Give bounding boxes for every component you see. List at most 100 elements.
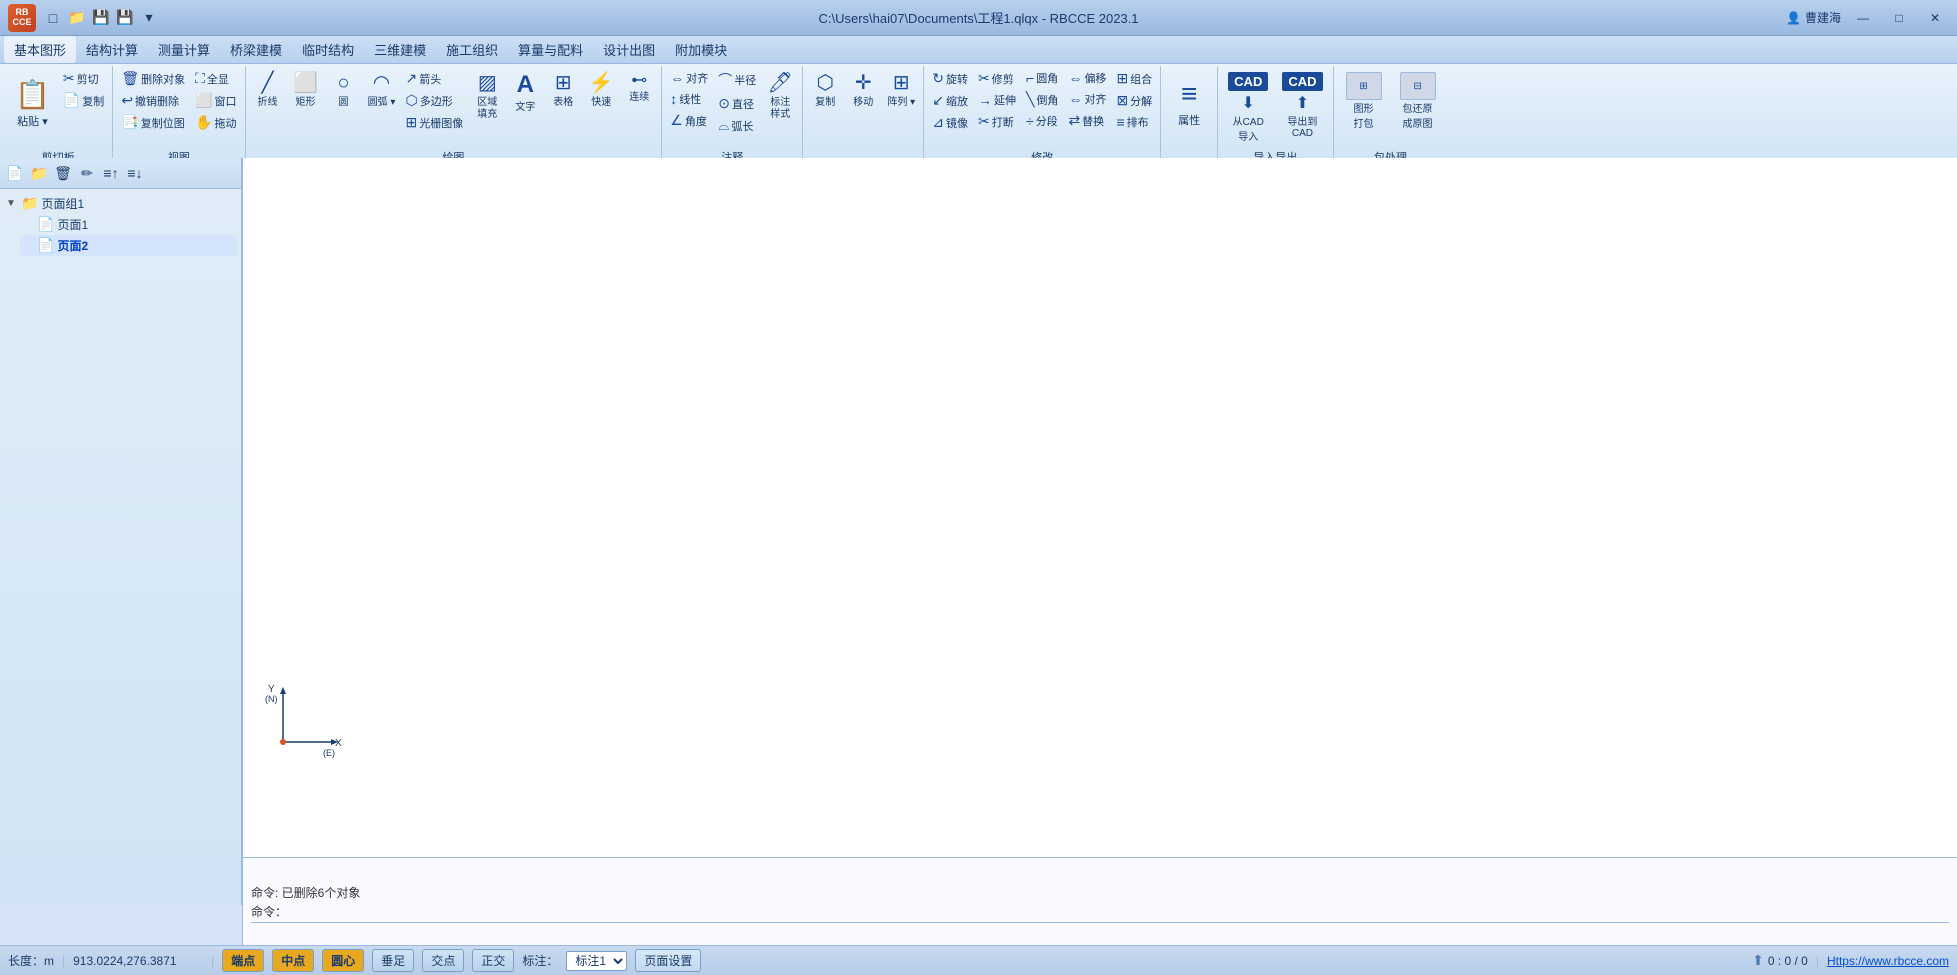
panel-edit-btn[interactable]: ✏	[76, 162, 98, 184]
export-cad-btn[interactable]: CAD ⬆ 导出到CAD	[1276, 68, 1328, 143]
align-dim-label: 对齐	[686, 70, 708, 86]
maximize-btn[interactable]: □	[1885, 7, 1913, 29]
import-cad-btn[interactable]: CAD ⬇ 从CAD导入	[1222, 68, 1274, 147]
menu-construction-org[interactable]: 施工组织	[436, 36, 508, 63]
minimize-btn[interactable]: —	[1849, 7, 1877, 29]
ungroup-label: 分解	[1130, 93, 1152, 109]
align-btn[interactable]: ⇔ 对齐	[1064, 89, 1110, 109]
replace-btn[interactable]: ⇄ 替换	[1064, 110, 1110, 131]
canvas-area[interactable]: Y (N) X (E)	[242, 158, 1957, 905]
fillet-btn[interactable]: ⌐ 圆角	[1022, 68, 1062, 88]
scale-btn[interactable]: ↙ 缩放	[928, 90, 972, 111]
properties-btn[interactable]: ≡ 属性	[1165, 68, 1213, 138]
menu-survey-calc[interactable]: 测量计算	[148, 36, 220, 63]
rotate-btn[interactable]: ↻ 旋转	[928, 68, 972, 89]
close-btn[interactable]: ✕	[1921, 7, 1949, 29]
menu-structural-calc[interactable]: 结构计算	[76, 36, 148, 63]
save-btn[interactable]: 💾	[90, 7, 112, 29]
continuous-btn[interactable]: ⊷ 连续	[621, 68, 657, 107]
save-as-btn[interactable]: 💾	[114, 7, 136, 29]
chamfer-btn[interactable]: ╲ 倒角	[1022, 89, 1062, 110]
snap-endpoint-btn[interactable]: 端点	[222, 949, 264, 972]
radius-dim-btn[interactable]: ⌒ 半径	[714, 68, 760, 92]
snap-intersection-btn[interactable]: 交点	[422, 949, 464, 972]
quick-label: 快速	[591, 97, 611, 109]
snap-center-btn[interactable]: 圆心	[322, 949, 364, 972]
unpack-btn[interactable]: ⊟ 包还原成原图	[1392, 68, 1444, 134]
tree-node-group1[interactable]: ▼ 📁 页面组1	[4, 193, 237, 214]
polygon-btn[interactable]: ⬡ 多边形	[402, 90, 468, 111]
copy-btn[interactable]: 📄 复制	[59, 90, 108, 111]
snap-perpendicular-btn[interactable]: 垂足	[372, 949, 414, 972]
region-fill-btn[interactable]: ▨ 区域填充	[469, 68, 505, 124]
rect-btn[interactable]: ⬜ 矩形	[288, 68, 324, 112]
pan-btn[interactable]: ✋ 拖动	[191, 112, 240, 133]
statusbar: 长度：m | 913.0224,276.3871 | 端点 中点 圆心 垂足 交…	[0, 945, 1957, 975]
tree-node-page1[interactable]: 📄 页面1	[20, 214, 237, 235]
break-btn[interactable]: ✂ 打断	[974, 111, 1020, 132]
quick-access-toolbar: □ 📁 💾 💾 ▾	[42, 7, 160, 29]
group-btn[interactable]: ⊞ 组合	[1112, 68, 1156, 89]
offset-btn[interactable]: ⇔ 偏移	[1064, 68, 1110, 88]
ungroup-btn[interactable]: ⊠ 分解	[1112, 90, 1156, 111]
open-file-btn[interactable]: 📁	[66, 7, 88, 29]
cut-btn[interactable]: ✂ 剪切	[59, 68, 108, 89]
polyline-label: 折线	[258, 97, 278, 109]
menu-basic-graphics[interactable]: 基本图形	[4, 36, 76, 63]
paste-btn[interactable]: 📋 粘贴 ▾	[8, 68, 57, 138]
circle-btn[interactable]: ○ 圆	[326, 68, 362, 112]
page-settings-btn[interactable]: 页面设置	[635, 949, 701, 972]
new-file-btn[interactable]: □	[42, 7, 64, 29]
text-btn[interactable]: A 文字	[507, 68, 543, 117]
snap-ortho-btn[interactable]: 正交	[472, 949, 514, 972]
quick-access-more-btn[interactable]: ▾	[138, 7, 160, 29]
array-btn[interactable]: ⊞ 阵列 ▾	[883, 68, 919, 112]
menu-temp-structure[interactable]: 临时结构	[292, 36, 364, 63]
polyline-btn[interactable]: ╱ 折线	[250, 68, 286, 112]
menu-addon-modules[interactable]: 附加模块	[665, 36, 737, 63]
panel-move-up-btn[interactable]: ≡↑	[100, 162, 122, 184]
website-link[interactable]: Https://www.rbcce.com	[1827, 954, 1949, 968]
fit-all-btn[interactable]: ⛶ 全显	[191, 68, 240, 89]
raster-img-btn[interactable]: ⊞ 光栅图像	[402, 112, 468, 133]
snap-midpoint-btn[interactable]: 中点	[272, 949, 314, 972]
diameter-dim-btn[interactable]: ⊙ 直径	[714, 93, 760, 114]
move-btn[interactable]: ✛ 移动	[845, 68, 881, 112]
arrange-btn[interactable]: ≡ 排布	[1112, 112, 1156, 132]
arc-dim-btn[interactable]: ⌓ 弧长	[714, 115, 760, 136]
panel-delete-btn[interactable]: 🗑	[52, 162, 74, 184]
trim-btn[interactable]: ✂ 修剪	[974, 68, 1020, 89]
angular-dim-btn[interactable]: ∠ 角度	[666, 110, 712, 131]
arrow-btn[interactable]: ↗ 箭头	[402, 68, 468, 89]
copy-bitmap-btn[interactable]: 📑 复制位图	[117, 112, 189, 133]
arc-dim-label: 弧长	[731, 118, 753, 134]
mirror-btn[interactable]: ⊿ 镜像	[928, 112, 972, 133]
segment-btn[interactable]: ÷ 分段	[1022, 111, 1062, 131]
table-btn[interactable]: ⊞ 表格	[545, 68, 581, 112]
delete-obj-btn[interactable]: 🗑 删除对象	[117, 68, 189, 89]
align-dim-btn[interactable]: ⇔ 对齐	[666, 68, 712, 88]
menu-design-drawing[interactable]: 设计出图	[593, 36, 665, 63]
annotation-select[interactable]: 标注1	[566, 951, 627, 971]
menu-3d-model[interactable]: 三维建模	[364, 36, 436, 63]
arc-btn[interactable]: ◠ 圆弧 ▾	[364, 68, 400, 112]
command-input[interactable]	[251, 922, 1949, 941]
panel-toolbar: 📄 📁 🗑 ✏ ≡↑ ≡↓	[0, 158, 241, 189]
canvas-inner[interactable]: Y (N) X (E)	[243, 158, 1957, 905]
duplicate-btn[interactable]: ⬡ 复制	[807, 68, 843, 112]
undo-delete-btn[interactable]: ↩ 撤销删除	[117, 90, 189, 111]
dim-style-btn[interactable]: 🖊 标注样式	[762, 68, 798, 124]
quick-btn[interactable]: ⚡ 快速	[583, 68, 619, 112]
pack-btn[interactable]: ⊞ 图形打包	[1338, 68, 1390, 134]
panel-new-btn[interactable]: 📄	[4, 162, 26, 184]
tree-node-page2[interactable]: 📄 页面2	[20, 235, 237, 256]
window-view-btn[interactable]: ⬜ 窗口	[191, 90, 240, 111]
menu-quantity-material[interactable]: 算量与配料	[508, 36, 593, 63]
linear-dim-btn[interactable]: ↕ 线性	[666, 89, 712, 109]
pack-content: ⊞ 图形打包 ⊟ 包还原成原图	[1338, 68, 1444, 147]
panel-move-down-btn[interactable]: ≡↓	[124, 162, 146, 184]
panel-open-btn[interactable]: 📁	[28, 162, 50, 184]
extend-btn[interactable]: → 延伸	[974, 90, 1020, 110]
array-icon: ⊞	[893, 71, 910, 95]
menu-bridge-model[interactable]: 桥梁建模	[220, 36, 292, 63]
